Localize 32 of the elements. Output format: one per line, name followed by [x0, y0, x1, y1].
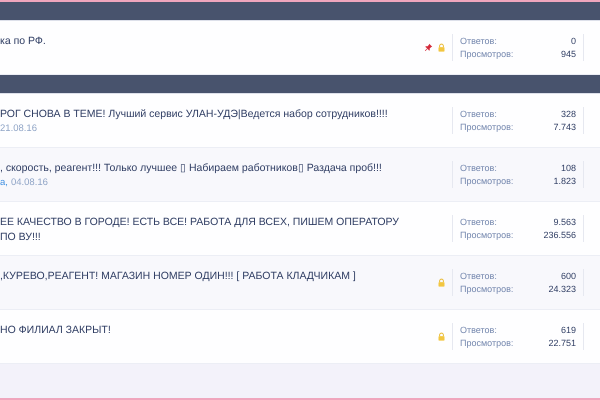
thread-title[interactable]: ,КУРЕВО,РЕАГЕНТ! МАГАЗИН НОМЕР ОДИН!!! [ РАБОТА КЛАДЧИКАМ ] [0, 269, 356, 284]
thread-date: 04.08.16 [10, 176, 48, 189]
replies-label: Ответов: [460, 324, 498, 336]
views-label: Просмотров: [460, 229, 514, 241]
views-label: Просмотров: [460, 283, 514, 295]
views-count: 945 [560, 48, 576, 60]
views-count: 22.751 [548, 337, 576, 349]
views-count: 236.556 [543, 229, 576, 241]
views-label: Просмотров: [460, 121, 514, 133]
thread-title[interactable]: ка по РФ. [0, 34, 46, 49]
views-count: 1.823 [553, 175, 576, 187]
replies-count: 9.563 [553, 216, 576, 228]
views-count: 24.323 [548, 283, 576, 295]
replies-count: 600 [560, 270, 576, 282]
views-label: Просмотров: [460, 175, 514, 187]
replies-label: Ответов: [460, 35, 498, 47]
replies-count: 328 [560, 108, 576, 120]
thread-date: 21.08.16 [0, 122, 37, 135]
views-label: Просмотров: [460, 337, 514, 349]
replies-count: 619 [560, 324, 576, 336]
replies-label: Ответов: [460, 108, 498, 120]
thread-title[interactable]: РОГ СНОВА В ТЕМЕ! Лучший сервис УЛАН-УДЭ|Ведется набор сотрудников!!!! [0, 107, 388, 122]
views-count: 7.743 [553, 121, 576, 133]
thread-title[interactable]: , скорость, реагент!!! Только лучшее ▯ Набираем работников▯ Раздача проб!!! [0, 161, 382, 176]
thread-title[interactable]: ЕЕ КАЧЕСТВО В ГОРОДЕ! ЕСТЬ ВСЕ! РАБОТА ДЛЯ ВСЕХ, ПИШЕМ ОПЕРАТОРУ ПО ВУ!!! [0, 215, 416, 245]
replies-label: Ответов: [460, 216, 498, 228]
replies-label: Ответов: [460, 270, 498, 282]
thread-title[interactable]: НО ФИЛИАЛ ЗАКРЫТ! [0, 323, 111, 338]
replies-count: 0 [570, 35, 576, 47]
replies-label: Ответов: [460, 162, 498, 174]
replies-count: 108 [560, 162, 576, 174]
views-label: Просмотров: [460, 48, 514, 60]
